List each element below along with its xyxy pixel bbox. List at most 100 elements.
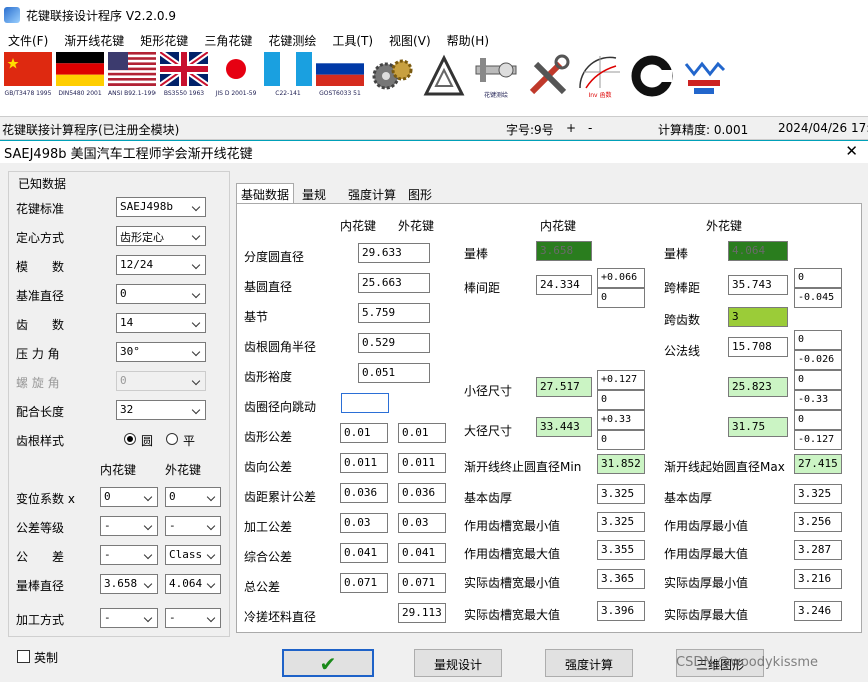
clearance-field[interactable]: 0.051 — [358, 363, 430, 383]
ring-button[interactable] — [628, 52, 676, 100]
runout-field[interactable] — [341, 393, 389, 413]
triangle-spline-button[interactable] — [420, 52, 468, 100]
minor-ext-lower[interactable]: -0.33 — [794, 390, 842, 410]
pressure-angle-select[interactable]: 30° — [116, 342, 206, 362]
tools-button[interactable] — [524, 52, 572, 100]
minor-int-upper[interactable]: +0.127 — [597, 370, 645, 390]
centering-select[interactable]: 齿形定心 — [116, 226, 206, 246]
english-checkbox[interactable] — [17, 650, 30, 663]
tol-int-field[interactable]: 0.01 — [340, 423, 388, 443]
grade-int-select[interactable]: - — [100, 516, 158, 536]
fit-length-select[interactable]: 32 — [116, 400, 206, 420]
method-int-select[interactable]: - — [100, 608, 158, 628]
base-dia-field[interactable]: 25.663 — [358, 273, 430, 293]
module-select[interactable]: 12/24 — [116, 255, 206, 275]
base-pitch-field[interactable]: 5.759 — [358, 303, 430, 323]
inv-start-field[interactable]: 27.415 — [794, 454, 842, 474]
ok-button[interactable]: ✔ — [282, 649, 374, 677]
between-pins-lower[interactable]: 0 — [597, 288, 645, 308]
gauge-design-button[interactable]: 量规设计 — [414, 649, 502, 677]
menu-view[interactable]: 视图(V) — [381, 32, 439, 49]
inv-end-field[interactable]: 31.852 — [597, 454, 645, 474]
spline-view-button[interactable] — [680, 52, 728, 100]
root-round-radio[interactable] — [124, 433, 136, 445]
inv-function-button[interactable]: Inv 函数 — [576, 52, 624, 100]
tol-int-field[interactable]: 0.03 — [340, 513, 388, 533]
between-pins-field[interactable]: 24.334 — [536, 275, 592, 295]
act-space-max-field[interactable]: 3.396 — [597, 601, 645, 621]
tooth-basic-field[interactable]: 3.325 — [794, 484, 842, 504]
space-basic-field[interactable]: 3.325 — [597, 484, 645, 504]
russia-standard-button[interactable]: GOST6033 51 — [316, 52, 364, 100]
minor-int-lower[interactable]: 0 — [597, 390, 645, 410]
menu-help[interactable]: 帮助(H) — [439, 32, 497, 49]
eff-space-min-field[interactable]: 3.325 — [597, 512, 645, 532]
major-int-field[interactable]: 33.443 — [536, 417, 592, 437]
tol-ext-field[interactable]: 0.071 — [398, 573, 446, 593]
between-pins-upper[interactable]: +0.066 — [597, 268, 645, 288]
major-ext-lower[interactable]: -0.127 — [794, 430, 842, 450]
blank-dia-field[interactable]: 29.113 — [398, 603, 446, 623]
pin-ext-field[interactable]: 4.064 — [728, 241, 788, 261]
over-pins-field[interactable]: 35.743 — [728, 275, 788, 295]
tol-ext-field[interactable]: 0.03 — [398, 513, 446, 533]
minor-int-field[interactable]: 27.517 — [536, 377, 592, 397]
tab-basic[interactable]: 基础数据 — [236, 183, 295, 204]
gears-button[interactable] — [368, 52, 416, 100]
pin-int-select[interactable]: 3.658 — [100, 574, 158, 594]
tab-gauge[interactable]: 量规 — [298, 184, 330, 204]
minor-ext-field[interactable]: 25.823 — [728, 377, 788, 397]
tol-ext-select[interactable]: Class — [165, 545, 221, 565]
tab-graphics[interactable]: 图形 — [404, 184, 436, 204]
over-pins-upper[interactable]: 0 — [794, 268, 842, 288]
major-ext-field[interactable]: 31.75 — [728, 417, 788, 437]
strength-calc-button[interactable]: 强度计算 — [545, 649, 633, 677]
china-standard-button[interactable]: GB/T3478 1995 — [4, 52, 52, 100]
major-int-upper[interactable]: +0.33 — [597, 410, 645, 430]
shift-int-select[interactable]: 0 — [100, 487, 158, 507]
span-measure-field[interactable]: 15.708 — [728, 337, 788, 357]
menu-spline-survey[interactable]: 花键测绘 — [260, 32, 324, 49]
germany-standard-button[interactable]: DIN5480 2001 — [56, 52, 104, 100]
root-flat-radio[interactable] — [166, 433, 178, 445]
eff-space-max-field[interactable]: 3.355 — [597, 540, 645, 560]
major-ext-upper[interactable]: 0 — [794, 410, 842, 430]
act-tooth-min-field[interactable]: 3.216 — [794, 569, 842, 589]
span-measure-lower[interactable]: -0.026 — [794, 350, 842, 370]
tol-ext-field[interactable]: 0.036 — [398, 483, 446, 503]
font-increase-button[interactable]: + — [566, 121, 576, 135]
over-pins-lower[interactable]: -0.045 — [794, 288, 842, 308]
eff-tooth-min-field[interactable]: 3.256 — [794, 512, 842, 532]
usa-standard-button[interactable]: ANSI B92.1-1996 — [108, 52, 156, 100]
minor-ext-upper[interactable]: 0 — [794, 370, 842, 390]
span-teeth-field[interactable]: 3 — [728, 307, 788, 327]
pitch-dia-field[interactable]: 29.633 — [358, 243, 430, 263]
pin-int-field[interactable]: 3.658 — [536, 241, 592, 261]
standard-select[interactable]: SAEJ498b — [116, 197, 206, 217]
span-measure-upper[interactable]: 0 — [794, 330, 842, 350]
tol-int-field[interactable]: 0.071 — [340, 573, 388, 593]
teeth-select[interactable]: 14 — [116, 313, 206, 333]
menu-involute-spline[interactable]: 渐开线花键 — [56, 32, 132, 49]
uk-standard-button[interactable]: BS3550 1963 — [158, 49, 210, 100]
tab-strength[interactable]: 强度计算 — [344, 184, 400, 204]
spline-survey-button[interactable]: 花键测绘 — [472, 52, 520, 100]
tol-int-field[interactable]: 0.041 — [340, 543, 388, 563]
close-icon[interactable]: ✕ — [845, 142, 858, 160]
menu-rect-spline[interactable]: 矩形花键 — [132, 32, 196, 49]
tol-int-field[interactable]: 0.011 — [340, 453, 388, 473]
tol-ext-field[interactable]: 0.01 — [398, 423, 446, 443]
tol-int-select[interactable]: - — [100, 545, 158, 565]
tol-ext-field[interactable]: 0.041 — [398, 543, 446, 563]
menu-file[interactable]: 文件(F) — [0, 32, 56, 49]
menu-tools[interactable]: 工具(T) — [324, 32, 381, 49]
major-int-lower[interactable]: 0 — [597, 430, 645, 450]
grade-ext-select[interactable]: - — [165, 516, 221, 536]
france-standard-button[interactable]: C22-141 — [264, 52, 312, 100]
base-diameter-select[interactable]: 0 — [116, 284, 206, 304]
tol-ext-field[interactable]: 0.011 — [398, 453, 446, 473]
method-ext-select[interactable]: - — [165, 608, 221, 628]
font-decrease-button[interactable]: - — [588, 121, 592, 135]
japan-standard-button[interactable]: JIS D 2001-59 — [212, 52, 260, 100]
tol-int-field[interactable]: 0.036 — [340, 483, 388, 503]
